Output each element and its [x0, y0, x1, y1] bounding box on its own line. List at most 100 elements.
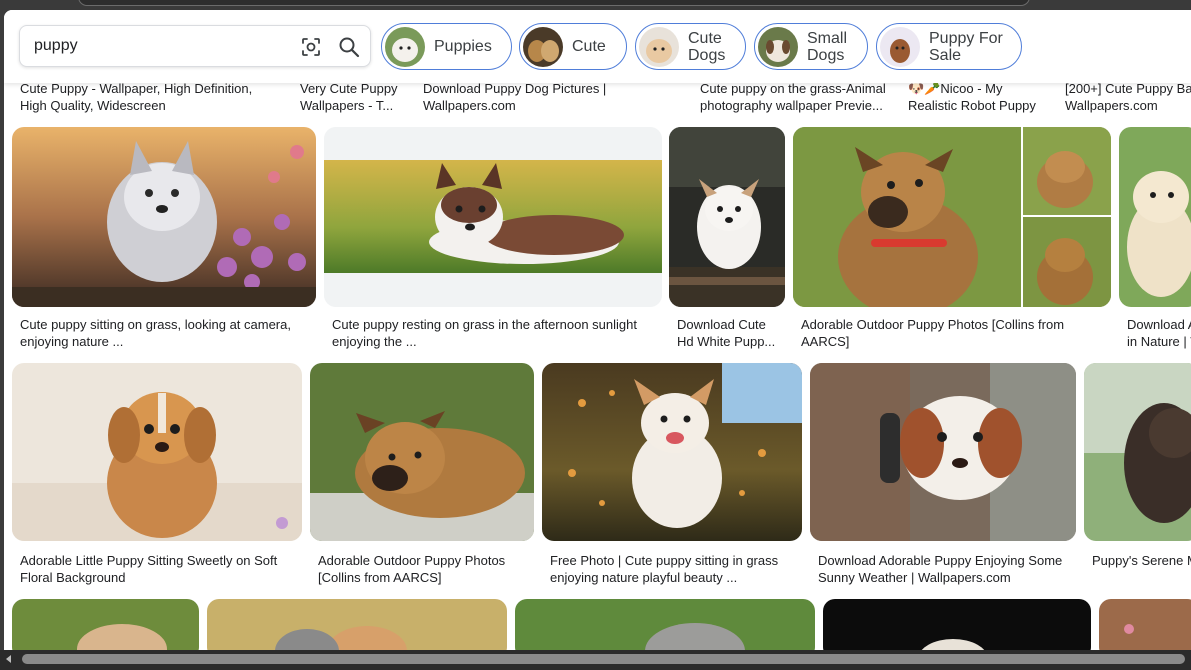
puppy-photo: [12, 363, 302, 541]
result-image[interactable]: [12, 127, 316, 307]
result-image[interactable]: [324, 127, 662, 307]
result-image[interactable]: [793, 127, 1111, 307]
caption-line[interactable]: enjoying the ...: [332, 333, 652, 350]
chip-thumbnail: [523, 27, 563, 67]
result-image[interactable]: [823, 599, 1091, 650]
puppy-photo: [324, 127, 662, 307]
scrollbar-thumb[interactable]: [22, 654, 1185, 664]
caption-line[interactable]: High Quality, Widescreen: [20, 97, 280, 114]
result-image[interactable]: [515, 599, 815, 650]
caption-line[interactable]: in Nature | W: [1127, 333, 1191, 350]
chip-thumbnail: [880, 27, 920, 67]
caption-line[interactable]: Adorable Outdoor Puppy Photos [Collins f…: [801, 316, 1101, 333]
result-caption[interactable]: Download Adorable Puppy Enjoying Some Su…: [818, 552, 1076, 586]
caption-line[interactable]: Realistic Robot Puppy: [908, 97, 1048, 114]
puppy-photo: [207, 599, 507, 650]
puppy-photo: [1119, 127, 1191, 307]
result-image[interactable]: [669, 127, 785, 307]
result-image[interactable]: [1099, 599, 1191, 650]
caption-line[interactable]: Free Photo | Cute puppy sitting in grass: [550, 552, 800, 569]
caption-line[interactable]: Wallpapers.com: [423, 97, 613, 114]
chip-label-line: Cute: [688, 30, 722, 47]
caption-line[interactable]: Wallpapers - T...: [300, 97, 408, 114]
caption-line[interactable]: Download Cute: [677, 316, 787, 333]
puppy-photo: [793, 127, 1111, 307]
caption-line[interactable]: photography wallpaper Previe...: [700, 97, 892, 114]
chip-cute[interactable]: Cute: [519, 23, 627, 70]
chip-label: Small Dogs: [807, 30, 847, 64]
caption-line[interactable]: Download Adorable Puppy Enjoying Some: [818, 552, 1076, 569]
result-caption[interactable]: Adorable Little Puppy Sitting Sweetly on…: [20, 552, 300, 586]
search-box[interactable]: [19, 25, 371, 67]
caption-line[interactable]: Adorable Outdoor Puppy Photos: [318, 552, 533, 569]
caption-line[interactable]: enjoying nature playful beauty ...: [550, 569, 800, 586]
chip-label: Puppy For Sale: [929, 30, 1003, 64]
result-image[interactable]: [207, 599, 507, 650]
caption-line[interactable]: Sunny Weather | Wallpapers.com: [818, 569, 1076, 586]
caption-line[interactable]: Floral Background: [20, 569, 300, 586]
puppy-photo: [823, 599, 1091, 650]
puppy-photo: [542, 363, 802, 541]
chip-puppy-for-sale[interactable]: Puppy For Sale: [876, 23, 1022, 70]
result-caption[interactable]: Cute puppy resting on grass in the after…: [332, 316, 652, 350]
chip-small-dogs[interactable]: Small Dogs: [754, 23, 868, 70]
caption-line[interactable]: enjoying nature ...: [20, 333, 310, 350]
browser-frame: [0, 0, 1191, 10]
puppy-photo: [310, 363, 534, 541]
result-image[interactable]: [1119, 127, 1191, 307]
puppy-photo: [1099, 599, 1191, 650]
puppy-photo: [1084, 363, 1191, 541]
results-page: Cute Puppy - Wallpaper, High Definition,…: [4, 10, 1191, 650]
chip-label-line: Dogs: [688, 47, 726, 64]
caption-line[interactable]: Hd White Pupp...: [677, 333, 787, 350]
result-caption[interactable]: Download Puppy Dog Pictures | Wallpapers…: [423, 80, 613, 114]
search-header: Puppies Cute CuteDogs SmallDogs Puppy Fo…: [4, 10, 1191, 83]
caption-line[interactable]: Wallpapers.com: [1065, 97, 1191, 114]
puppy-photo: [669, 127, 785, 307]
puppy-photo: [810, 363, 1076, 541]
result-caption[interactable]: Cute puppy on the grass-Animal photograp…: [700, 80, 892, 114]
caption-line[interactable]: Download A: [1127, 316, 1191, 333]
result-image[interactable]: [12, 599, 199, 650]
result-caption[interactable]: Adorable Outdoor Puppy Photos [Collins f…: [318, 552, 533, 586]
result-caption[interactable]: Free Photo | Cute puppy sitting in grass…: [550, 552, 800, 586]
chip-label-line: Small: [807, 30, 848, 47]
caption-line[interactable]: AARCS]: [801, 333, 1101, 350]
result-caption[interactable]: Cute Puppy - Wallpaper, High Definition,…: [20, 80, 280, 114]
result-caption[interactable]: [200+] Cute Puppy Bac Wallpapers.com: [1065, 80, 1191, 114]
horizontal-scrollbar[interactable]: [0, 650, 1191, 670]
caption-line[interactable]: [Collins from AARCS]: [318, 569, 533, 586]
caption-line[interactable]: Adorable Little Puppy Sitting Sweetly on…: [20, 552, 300, 569]
chip-thumbnail: [758, 27, 798, 67]
search-input[interactable]: [34, 37, 284, 55]
puppy-photo: [12, 127, 316, 307]
result-caption[interactable]: Puppy's Serene M: [1092, 552, 1191, 569]
result-image[interactable]: [310, 363, 534, 541]
chip-label-line: Dogs: [807, 47, 845, 64]
result-caption[interactable]: Very Cute Puppy Wallpapers - T...: [300, 80, 408, 114]
result-caption[interactable]: Download A in Nature | W: [1127, 316, 1191, 350]
result-image[interactable]: [1084, 363, 1191, 541]
result-caption[interactable]: Download Cute Hd White Pupp...: [677, 316, 787, 350]
chip-cute-dogs[interactable]: Cute Dogs: [635, 23, 746, 70]
chip-label: Puppies: [434, 38, 492, 55]
puppy-photo: [515, 599, 815, 650]
result-image[interactable]: [810, 363, 1076, 541]
chip-label-line: Puppy For: [929, 30, 1003, 47]
result-image[interactable]: [12, 363, 302, 541]
chip-puppies[interactable]: Puppies: [381, 23, 512, 70]
result-caption[interactable]: Cute puppy sitting on grass, looking at …: [20, 316, 310, 350]
search-icon[interactable]: [338, 36, 360, 58]
puppy-photo: [12, 599, 199, 650]
caption-line[interactable]: Cute puppy sitting on grass, looking at …: [20, 316, 310, 333]
result-image[interactable]: [542, 363, 802, 541]
caption-line[interactable]: Puppy's Serene M: [1092, 552, 1191, 569]
address-bar-edge[interactable]: [78, 0, 1030, 6]
lens-icon[interactable]: [300, 36, 322, 58]
scroll-left-arrow-icon[interactable]: [4, 654, 14, 664]
chip-thumbnail: [639, 27, 679, 67]
caption-line[interactable]: Cute puppy resting on grass in the after…: [332, 316, 652, 333]
chip-thumbnail: [385, 27, 425, 67]
result-caption[interactable]: 🐶🥕Nicoo - My Realistic Robot Puppy: [908, 80, 1048, 114]
result-caption[interactable]: Adorable Outdoor Puppy Photos [Collins f…: [801, 316, 1101, 350]
